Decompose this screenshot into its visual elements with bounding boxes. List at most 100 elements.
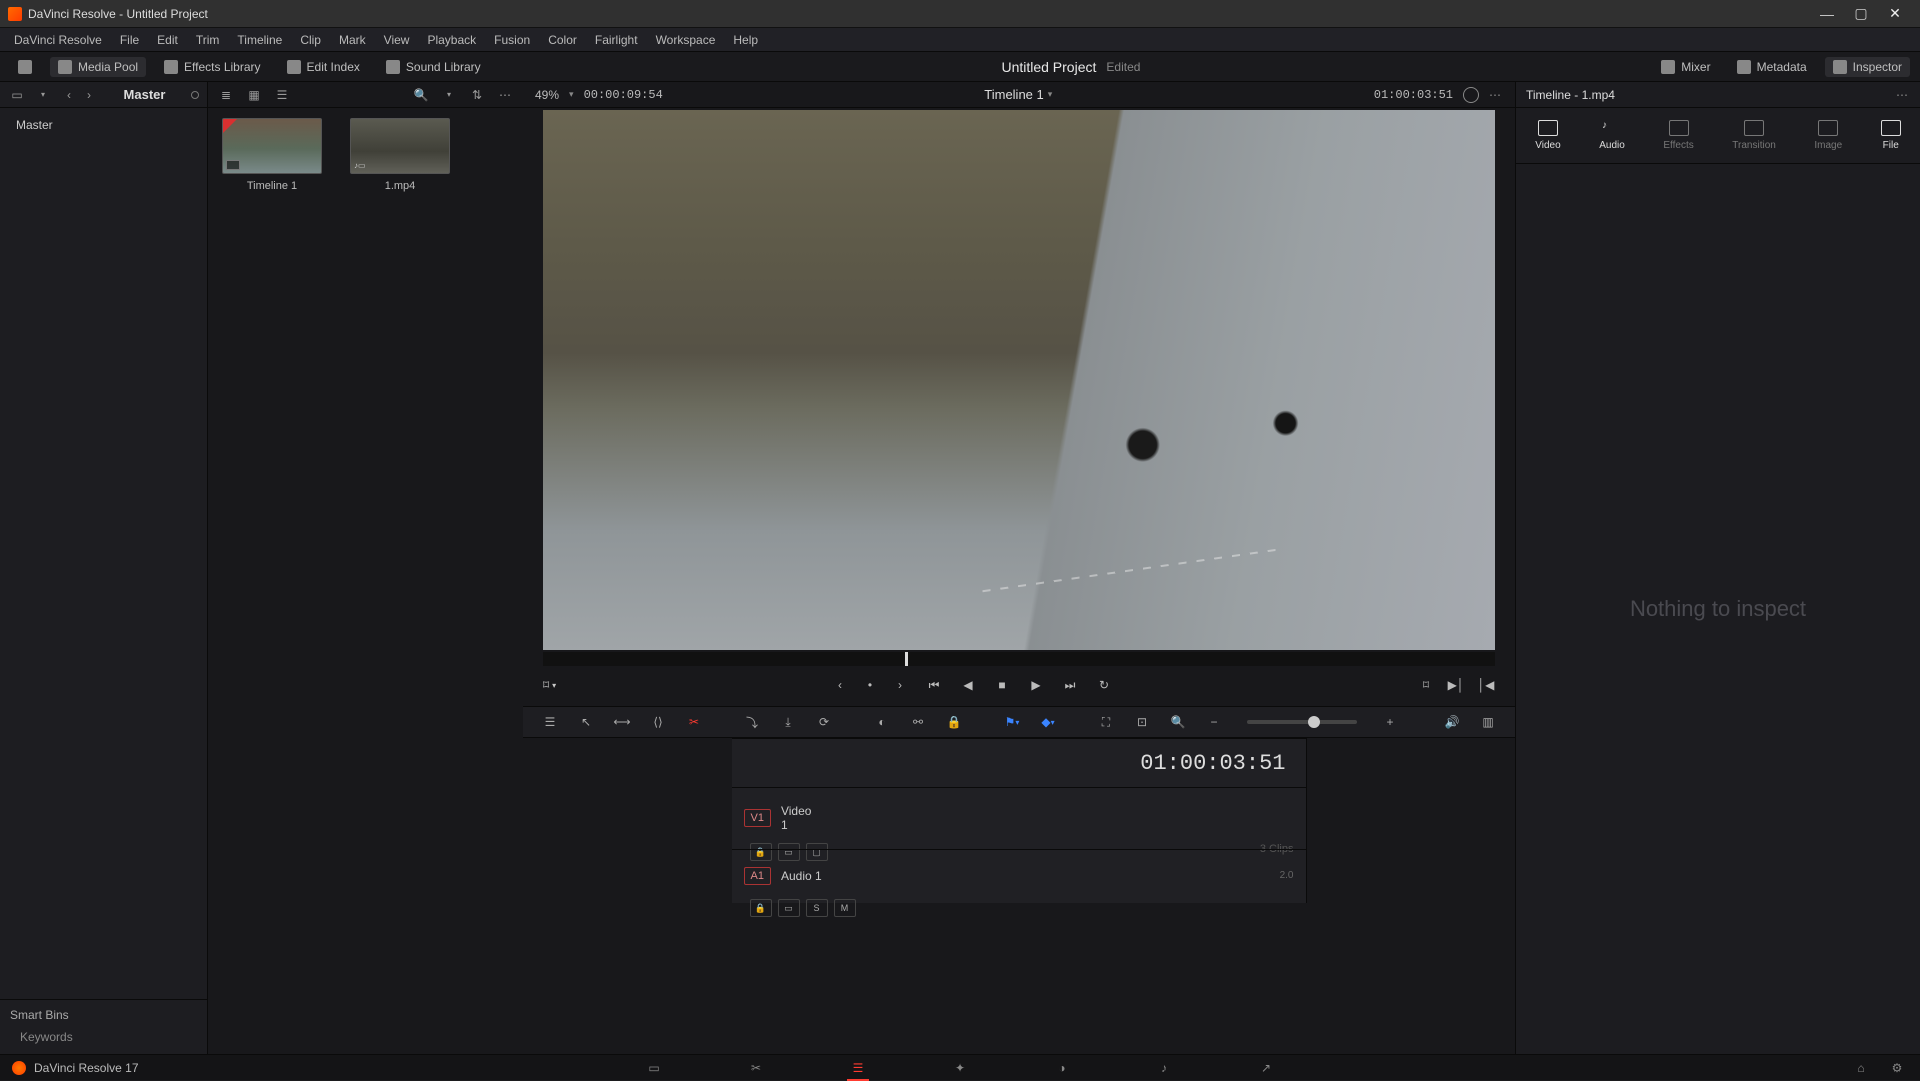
flag-dropdown[interactable]: ⚑▾ — [1001, 712, 1023, 732]
menu-timeline[interactable]: Timeline — [229, 31, 290, 49]
next-edit-button[interactable]: ▶│ — [1447, 676, 1465, 694]
zoom-slider[interactable] — [1247, 720, 1357, 724]
zoom-in-button[interactable]: + — [1379, 712, 1401, 732]
inspector-tab-image[interactable]: Image — [1814, 120, 1842, 151]
chevron-down-icon[interactable]: ▾ — [569, 89, 574, 100]
clip-item-video[interactable]: ♪▭ 1.mp4 — [350, 118, 450, 192]
bin-tree-master[interactable]: Master — [10, 114, 197, 136]
first-frame-button[interactable]: ⏮ — [925, 676, 943, 694]
blade-tool-button[interactable]: ✂ — [683, 712, 705, 732]
cut-page-button[interactable]: ✂ — [745, 1059, 767, 1077]
mute-button[interactable]: M — [834, 899, 856, 917]
color-page-button[interactable]: ◑ — [1051, 1059, 1073, 1077]
inspector-tab-transition[interactable]: Transition — [1732, 120, 1776, 151]
viewer-scrubber[interactable] — [543, 652, 1495, 666]
inspector-tab-video[interactable]: Video — [1535, 120, 1560, 151]
inspector-more-button[interactable]: ⋯ — [1896, 88, 1910, 102]
menu-file[interactable]: File — [112, 31, 147, 49]
chevron-down-icon[interactable]: ▾ — [439, 85, 459, 105]
full-extent-zoom-button[interactable]: ⛶ — [1095, 712, 1117, 732]
insert-clip-button[interactable]: ⤵ — [741, 712, 763, 732]
media-page-button[interactable]: ▭ — [643, 1059, 665, 1077]
expand-ui-button[interactable] — [10, 57, 40, 77]
minimize-button[interactable]: — — [1810, 4, 1844, 24]
menu-help[interactable]: Help — [725, 31, 766, 49]
play-reverse-button[interactable]: ◀ — [959, 676, 977, 694]
replace-clip-button[interactable]: ⟳ — [813, 712, 835, 732]
custom-zoom-button[interactable]: 🔍 — [1167, 712, 1189, 732]
metadata-toggle[interactable]: Metadata — [1729, 57, 1815, 77]
mixer-toggle[interactable]: Mixer — [1653, 57, 1718, 77]
mark-clip-button[interactable]: • — [861, 676, 879, 694]
bin-layout-button[interactable]: ▭ — [8, 86, 26, 104]
menu-view[interactable]: View — [376, 31, 418, 49]
viewer-canvas[interactable] — [543, 110, 1495, 650]
mark-out-button[interactable]: › — [891, 676, 909, 694]
pool-more-button[interactable]: ⋯ — [495, 85, 515, 105]
audio-monitor-button[interactable]: 🔊 — [1441, 712, 1463, 732]
menu-playback[interactable]: Playback — [419, 31, 484, 49]
stop-button[interactable]: ■ — [993, 676, 1011, 694]
viewer-zoom[interactable]: 49% — [535, 88, 559, 102]
chevron-down-icon[interactable]: ▾ — [34, 86, 52, 104]
pool-search-button[interactable]: 🔍 — [411, 85, 431, 105]
pool-strip-view-button[interactable]: ☰ — [272, 85, 292, 105]
effects-library-toggle[interactable]: Effects Library — [156, 57, 268, 77]
inspector-toggle[interactable]: Inspector — [1825, 57, 1910, 77]
detail-zoom-button[interactable]: ⊡ — [1131, 712, 1153, 732]
mark-in-button[interactable]: ‹ — [831, 676, 849, 694]
scrubber-playhead[interactable] — [905, 652, 908, 666]
dynamic-trim-button[interactable]: ⟨⟩ — [647, 712, 669, 732]
menu-color[interactable]: Color — [540, 31, 585, 49]
menu-edit[interactable]: Edit — [149, 31, 186, 49]
edit-page-button[interactable]: ☰ — [847, 1059, 869, 1077]
maximize-button[interactable]: ▢ — [1844, 4, 1878, 24]
fusion-page-button[interactable]: ✦ — [949, 1059, 971, 1077]
viewer-more-button[interactable]: ⋯ — [1489, 88, 1503, 102]
link-button[interactable]: ⚯ — [907, 712, 929, 732]
trim-tool-button[interactable]: ⟷ — [611, 712, 633, 732]
pool-thumb-view-button[interactable]: ▦ — [244, 85, 264, 105]
inspector-tab-file[interactable]: File — [1881, 120, 1901, 151]
nav-back-button[interactable]: ‹ — [60, 86, 78, 104]
timeline-view-options-button[interactable]: ☰ — [539, 712, 561, 732]
menu-fusion[interactable]: Fusion — [486, 31, 538, 49]
menu-davinci[interactable]: DaVinci Resolve — [6, 31, 110, 49]
record-timecode[interactable]: 01:00:03:51 — [1374, 88, 1453, 102]
deliver-page-button[interactable]: ↗ — [1255, 1059, 1277, 1077]
clip-item-timeline[interactable]: Timeline 1 — [222, 118, 322, 192]
marker-dropdown[interactable]: ◆▾ — [1037, 712, 1059, 732]
audio-lock-button[interactable]: 🔒 — [750, 899, 772, 917]
menu-fairlight[interactable]: Fairlight — [587, 31, 646, 49]
menu-trim[interactable]: Trim — [188, 31, 228, 49]
close-button[interactable]: ✕ — [1878, 4, 1912, 24]
smart-bin-keywords[interactable]: Keywords — [10, 1028, 197, 1046]
timeline-timecode[interactable]: 01:00:03:51 — [732, 739, 1306, 787]
play-button[interactable]: ▶ — [1027, 676, 1045, 694]
fairlight-page-button[interactable]: ♪ — [1153, 1059, 1175, 1077]
lock-button[interactable]: 🔒 — [943, 712, 965, 732]
inspector-tab-audio[interactable]: ♪Audio — [1599, 120, 1625, 151]
zoom-slider-knob[interactable] — [1308, 716, 1320, 728]
pool-sort-button[interactable]: ⇅ — [467, 85, 487, 105]
snap-button[interactable]: ◐ — [871, 712, 893, 732]
menu-clip[interactable]: Clip — [292, 31, 329, 49]
solo-button[interactable]: S — [806, 899, 828, 917]
edit-index-toggle[interactable]: Edit Index — [279, 57, 368, 77]
timeline-name-dropdown[interactable]: Timeline 1 — [984, 87, 1043, 102]
meters-button[interactable]: ▥ — [1477, 712, 1499, 732]
single-viewer-button[interactable]: ⌑ — [1417, 676, 1435, 694]
chevron-down-icon[interactable]: ▾ — [1048, 89, 1053, 100]
sound-library-toggle[interactable]: Sound Library — [378, 57, 489, 77]
project-settings-button[interactable]: ⚙ — [1886, 1059, 1908, 1077]
inspector-tab-effects[interactable]: Effects — [1663, 120, 1693, 151]
media-pool-toggle[interactable]: Media Pool — [50, 57, 146, 77]
bypass-color-icon[interactable] — [1463, 87, 1479, 103]
menu-workspace[interactable]: Workspace — [648, 31, 724, 49]
pool-list-view-button[interactable]: ≣ — [216, 85, 236, 105]
loop-button[interactable]: ↻ — [1095, 676, 1113, 694]
menu-mark[interactable]: Mark — [331, 31, 374, 49]
audio-enable-button[interactable]: ▭ — [778, 899, 800, 917]
nav-fwd-button[interactable]: › — [80, 86, 98, 104]
prev-edit-button[interactable]: │◀ — [1477, 676, 1495, 694]
